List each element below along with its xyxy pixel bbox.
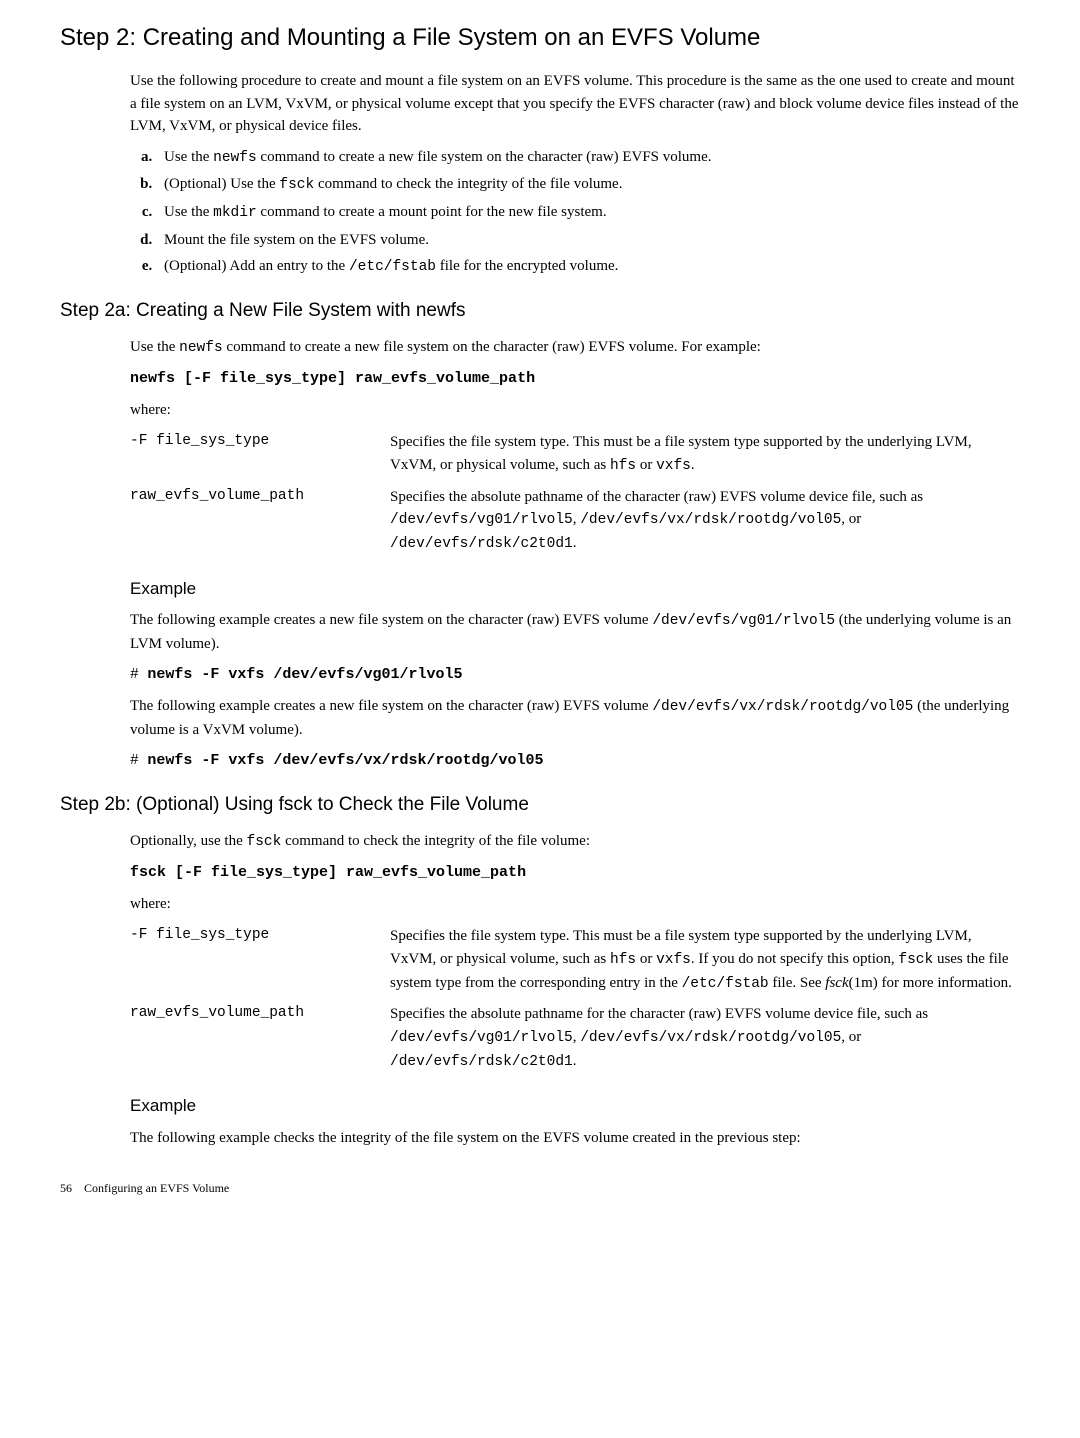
example-heading: Example — [130, 1093, 1020, 1119]
step-b: (Optional) Use the fsck command to check… — [156, 173, 1020, 197]
code-fsck: fsck — [247, 834, 282, 850]
intro-paragraph: Use the following procedure to create an… — [130, 70, 1020, 138]
where-label: where: — [130, 399, 1020, 422]
code-fstab: /etc/fstab — [349, 259, 436, 275]
code-mkdir: mkdir — [213, 205, 257, 221]
step2b-block: Optionally, use the fsck command to chec… — [130, 830, 1020, 1150]
example1-text: The following example creates a new file… — [130, 609, 1020, 655]
step-d: Mount the file system on the EVFS volume… — [156, 229, 1020, 252]
step-a: Use the newfs command to create a new fi… — [156, 146, 1020, 170]
code-fsck: fsck — [279, 177, 314, 193]
page-number: 56 — [60, 1181, 72, 1195]
page-title: Step 2: Creating and Mounting a File Sys… — [60, 20, 1020, 56]
step2b-intro: Optionally, use the fsck command to chec… — [130, 830, 1020, 854]
fsck-manpage: fsck — [825, 975, 848, 991]
def-desc-raw-path: Specifies the absolute pathname of the c… — [390, 484, 1020, 562]
def-term-file-sys-type: -F file_sys_type — [130, 429, 390, 483]
footer-label: Configuring an EVFS Volume — [84, 1181, 229, 1195]
example2-text: The following example creates a new file… — [130, 695, 1020, 741]
example2-command: # newfs -F vxfs /dev/evfs/vx/rdsk/rootdg… — [130, 749, 1020, 773]
example-text: The following example checks the integri… — [130, 1127, 1020, 1150]
def-term-file-sys-type: -F file_sys_type — [130, 923, 390, 1001]
procedure-list: Use the newfs command to create a new fi… — [130, 146, 1020, 280]
step-c: Use the mkdir command to create a mount … — [156, 201, 1020, 225]
code-newfs: newfs — [179, 340, 223, 356]
def-desc-raw-path: Specifies the absolute pathname for the … — [390, 1001, 1020, 1079]
step-e: (Optional) Add an entry to the /etc/fsta… — [156, 255, 1020, 279]
intro-block: Use the following procedure to create an… — [130, 70, 1020, 279]
where-label: where: — [130, 893, 1020, 916]
step2a-definitions: -F file_sys_type Specifies the file syst… — [130, 429, 1020, 561]
fsck-command-syntax: fsck [-F file_sys_type] raw_evfs_volume_… — [130, 864, 526, 881]
page-footer: 56 Configuring an EVFS Volume — [60, 1179, 1020, 1197]
example1-command: # newfs -F vxfs /dev/evfs/vg01/rlvol5 — [130, 663, 1020, 687]
newfs-command-syntax: newfs [-F file_sys_type] raw_evfs_volume… — [130, 370, 535, 387]
def-term-raw-path: raw_evfs_volume_path — [130, 484, 390, 562]
code-newfs: newfs — [213, 150, 257, 166]
step2a-intro: Use the newfs command to create a new fi… — [130, 336, 1020, 360]
step2a-block: Use the newfs command to create a new fi… — [130, 336, 1020, 774]
example-heading: Example — [130, 576, 1020, 602]
def-desc-file-sys-type: Specifies the file system type. This mus… — [390, 923, 1020, 1001]
step2a-title: Step 2a: Creating a New File System with… — [60, 297, 1020, 326]
def-desc-file-sys-type: Specifies the file system type. This mus… — [390, 429, 1020, 483]
step2b-definitions: -F file_sys_type Specifies the file syst… — [130, 923, 1020, 1079]
def-term-raw-path: raw_evfs_volume_path — [130, 1001, 390, 1079]
step2b-title: Step 2b: (Optional) Using fsck to Check … — [60, 791, 1020, 820]
